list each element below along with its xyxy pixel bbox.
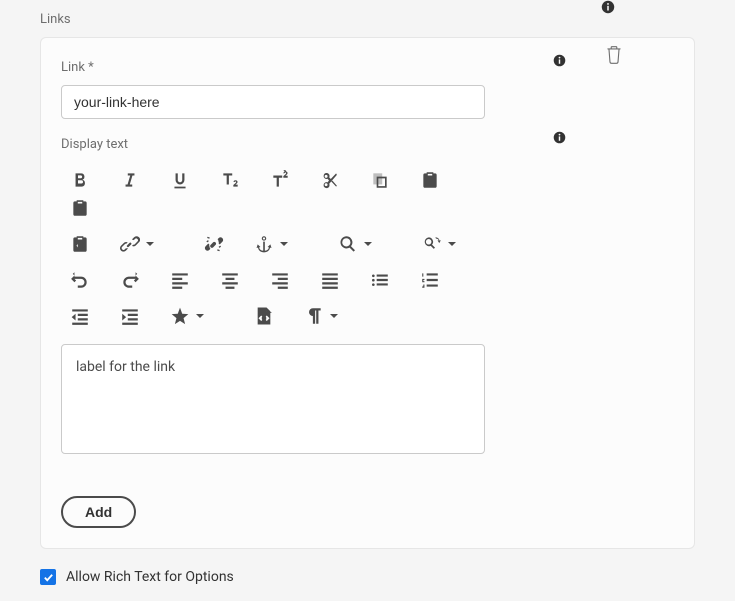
chevron-down-icon[interactable]	[443, 230, 461, 258]
bullet-list-icon[interactable]	[365, 266, 395, 294]
paste-icon[interactable]	[415, 166, 445, 194]
bold-icon[interactable]	[65, 166, 95, 194]
display-text-label: Display text	[61, 137, 674, 152]
subscript-icon[interactable]	[215, 166, 245, 194]
undo-icon[interactable]	[65, 266, 95, 294]
link-input[interactable]	[61, 85, 485, 119]
align-center-icon[interactable]	[215, 266, 245, 294]
superscript-icon[interactable]	[265, 166, 295, 194]
redo-icon[interactable]	[115, 266, 145, 294]
link-item-card: Link * Display text	[40, 37, 695, 549]
link-field-label: Link *	[61, 60, 674, 75]
unlink-icon[interactable]	[199, 230, 229, 258]
info-icon[interactable]	[553, 54, 566, 67]
allow-rich-text-checkbox[interactable]	[40, 569, 56, 585]
align-right-icon[interactable]	[265, 266, 295, 294]
source-edit-icon[interactable]	[249, 302, 279, 330]
numbered-list-icon[interactable]	[415, 266, 445, 294]
copy-icon[interactable]	[365, 166, 395, 194]
align-left-icon[interactable]	[165, 266, 195, 294]
chevron-down-icon[interactable]	[325, 302, 343, 330]
chevron-down-icon[interactable]	[275, 230, 293, 258]
underline-icon[interactable]	[165, 166, 195, 194]
italic-icon[interactable]	[115, 166, 145, 194]
rte-toolbar	[61, 162, 481, 344]
chevron-down-icon[interactable]	[359, 230, 377, 258]
indent-icon[interactable]	[115, 302, 145, 330]
paste-text-icon[interactable]	[65, 194, 95, 222]
outdent-icon[interactable]	[65, 302, 95, 330]
paste-html-icon[interactable]	[65, 230, 95, 258]
add-button[interactable]: Add	[61, 496, 136, 528]
chevron-down-icon[interactable]	[191, 302, 209, 330]
align-justify-icon[interactable]	[315, 266, 345, 294]
cut-icon[interactable]	[315, 166, 345, 194]
info-icon[interactable]	[553, 131, 566, 144]
chevron-down-icon[interactable]	[141, 230, 159, 258]
allow-rich-text-label: Allow Rich Text for Options	[66, 569, 234, 585]
display-text-editor[interactable]: label for the link	[61, 344, 485, 454]
section-title: Links	[40, 12, 695, 27]
info-icon[interactable]	[601, 0, 615, 14]
